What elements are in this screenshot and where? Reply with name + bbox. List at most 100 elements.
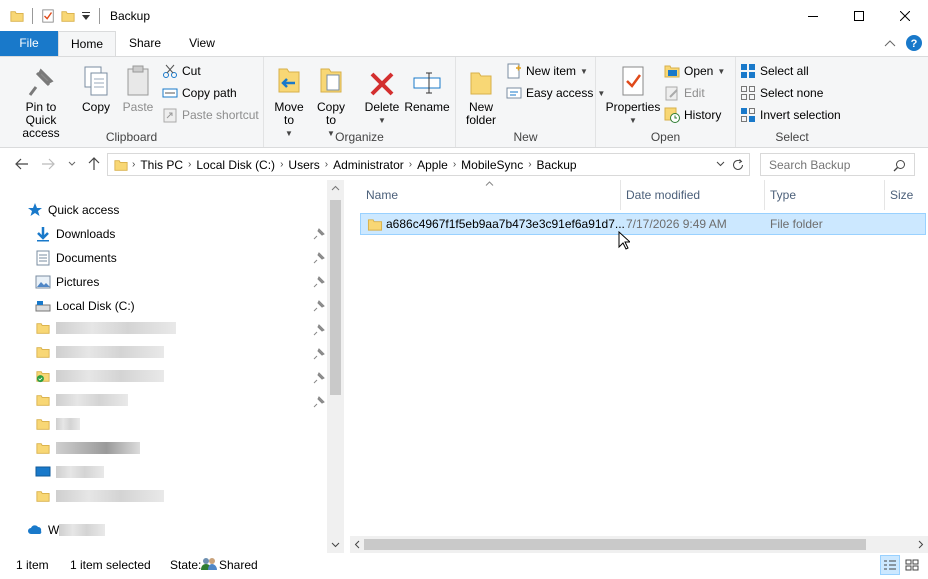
clipboard-group-label: Clipboard (105, 130, 158, 144)
new-folder-qa-icon[interactable] (61, 9, 75, 23)
open-button[interactable]: Open ▼ (664, 61, 725, 81)
close-icon (900, 10, 910, 21)
customize-qa-icon[interactable] (81, 9, 91, 23)
chevron-left-icon[interactable] (354, 540, 360, 549)
easy-access-button[interactable]: Easy access ▼ (506, 83, 605, 103)
file-list-scrollbar[interactable] (350, 536, 928, 553)
nav-redacted-folder[interactable] (34, 340, 164, 364)
nav-local-disk-label: Local Disk (C:) (56, 299, 135, 313)
breadcrumb-item[interactable]: MobileSync (456, 158, 528, 172)
move-to-button[interactable]: Move to ▼ (270, 61, 308, 140)
nav-redacted-folder[interactable] (34, 484, 164, 508)
details-view-button[interactable] (880, 555, 900, 575)
recent-locations-button[interactable] (62, 154, 82, 174)
properties-qa-icon[interactable] (41, 8, 55, 23)
column-header-name[interactable]: Name (366, 180, 398, 210)
properties-button[interactable]: Properties ▼ (604, 61, 662, 127)
pin-icon[interactable] (313, 372, 325, 384)
pin-icon[interactable] (313, 276, 325, 288)
nav-local-disk[interactable]: Local Disk (C:) (34, 294, 135, 318)
svg-text:?: ? (911, 38, 918, 50)
nav-redacted-folder[interactable] (34, 388, 128, 412)
new-group-label: New (513, 130, 538, 144)
copy-path-button[interactable]: Copy path (162, 83, 237, 103)
nav-pane-scrollbar[interactable] (327, 180, 344, 553)
nav-redacted-item[interactable] (34, 460, 104, 484)
tab-view[interactable]: View (174, 31, 230, 56)
up-button[interactable] (84, 154, 104, 174)
address-bar[interactable]: › This PC › Local Disk (C:) › Users › Administr… (107, 153, 750, 176)
pin-icon[interactable] (313, 300, 325, 312)
select-all-label: Select all (760, 64, 809, 78)
column-header-size[interactable]: Size (890, 180, 913, 210)
scrollbar-thumb[interactable] (330, 200, 341, 395)
new-folder-button[interactable]: New folder (460, 61, 502, 127)
nav-pictures[interactable]: Pictures (34, 270, 99, 294)
refresh-icon[interactable] (731, 158, 745, 172)
folder-icon (36, 443, 50, 454)
column-divider[interactable] (764, 180, 765, 210)
pin-icon[interactable] (313, 252, 325, 264)
new-item-label: New item (526, 64, 577, 78)
nav-downloads[interactable]: Downloads (34, 222, 115, 246)
table-row[interactable]: a686c4967f1f5eb9aa7b473e3c91ef6a91d7... … (360, 213, 926, 235)
copy-button[interactable]: Copy (78, 61, 114, 114)
invert-selection-button[interactable]: Invert selection (740, 105, 841, 125)
pin-icon[interactable] (313, 396, 325, 408)
delete-button[interactable]: Delete ▼ (360, 61, 404, 127)
nav-redacted-folder[interactable] (34, 436, 140, 460)
tab-home[interactable]: Home (58, 31, 116, 57)
pin-to-quick-access-button[interactable]: Pin to Quick access (6, 61, 76, 140)
scrollbar-thumb[interactable] (364, 539, 866, 550)
breadcrumb-item[interactable]: Apple (412, 158, 453, 172)
column-header-type[interactable]: Type (770, 180, 796, 210)
nav-redacted-folder[interactable] (34, 364, 164, 388)
nav-redacted-folder[interactable] (34, 316, 176, 340)
cut-button[interactable]: Cut (162, 61, 201, 81)
column-header-date[interactable]: Date modified (626, 180, 700, 210)
chevron-right-icon[interactable] (918, 540, 924, 549)
pin-icon[interactable] (313, 228, 325, 240)
column-divider[interactable] (620, 180, 621, 210)
copy-to-button[interactable]: Copy to ▼ (312, 61, 350, 140)
nav-onedrive[interactable]: W (26, 518, 106, 542)
back-button[interactable] (12, 154, 32, 174)
paste-button[interactable]: Paste (118, 61, 158, 114)
close-button[interactable] (882, 0, 928, 31)
help-icon[interactable]: ? (906, 35, 922, 51)
redacted-label (56, 322, 176, 334)
monitor-icon (35, 466, 51, 477)
forward-button[interactable] (38, 154, 58, 174)
breadcrumb-item[interactable]: This PC (135, 158, 188, 172)
rename-button[interactable]: Rename (404, 61, 450, 114)
rename-label: Rename (404, 100, 450, 114)
edit-button[interactable]: Edit (664, 83, 705, 103)
chevron-down-icon[interactable] (331, 542, 340, 548)
minimize-button[interactable] (790, 0, 836, 31)
breadcrumb-item[interactable]: Backup (532, 158, 582, 172)
search-box[interactable]: Search Backup (760, 153, 915, 176)
nav-quick-access[interactable]: Quick access (26, 198, 119, 222)
history-button[interactable]: History (664, 105, 721, 125)
breadcrumb-item[interactable]: Administrator (328, 158, 409, 172)
chevron-down-icon[interactable] (716, 161, 725, 167)
chevron-up-icon[interactable] (884, 39, 896, 47)
tab-share[interactable]: Share (116, 31, 174, 56)
chevron-up-icon[interactable] (331, 185, 340, 191)
nav-documents[interactable]: Documents (34, 246, 117, 270)
select-all-button[interactable]: Select all (740, 61, 809, 81)
select-none-button[interactable]: Select none (740, 83, 823, 103)
pin-icon[interactable] (313, 348, 325, 360)
maximize-button[interactable] (836, 0, 882, 31)
new-item-button[interactable]: New item ▼ (506, 61, 588, 81)
breadcrumb-item[interactable]: Users (283, 158, 324, 172)
breadcrumb-item[interactable]: Local Disk (C:) (191, 158, 280, 172)
search-placeholder: Search Backup (769, 157, 851, 172)
column-divider[interactable] (884, 180, 885, 210)
tab-file[interactable]: File (0, 31, 58, 56)
nav-redacted-folder[interactable] (34, 412, 80, 436)
pin-icon[interactable] (313, 324, 325, 336)
large-icons-view-button[interactable] (902, 555, 922, 575)
rename-icon (413, 72, 441, 94)
paste-shortcut-button[interactable]: Paste shortcut (162, 105, 259, 125)
